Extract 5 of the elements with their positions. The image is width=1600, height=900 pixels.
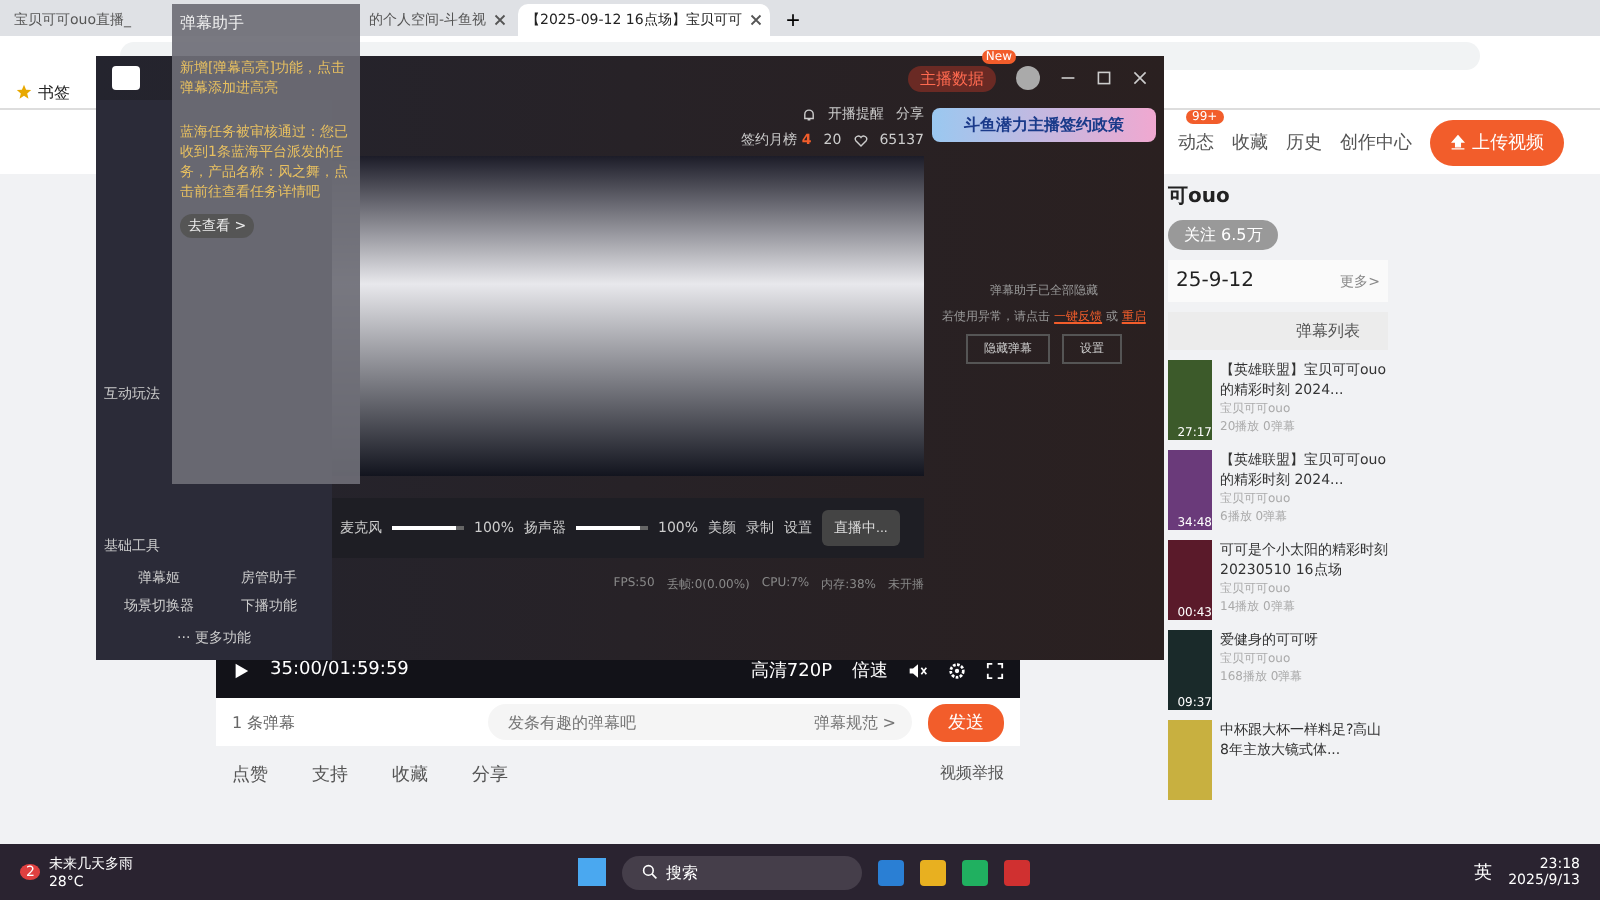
date-label: 25-9-12 (1176, 270, 1255, 292)
overlay-title: 弹幕助手 (180, 12, 246, 34)
time-label: 35:00/01:59:59 (270, 660, 409, 680)
danmaku-count: 1 条弹幕 (232, 711, 298, 733)
channel-name: 可ouo (1168, 184, 1232, 210)
